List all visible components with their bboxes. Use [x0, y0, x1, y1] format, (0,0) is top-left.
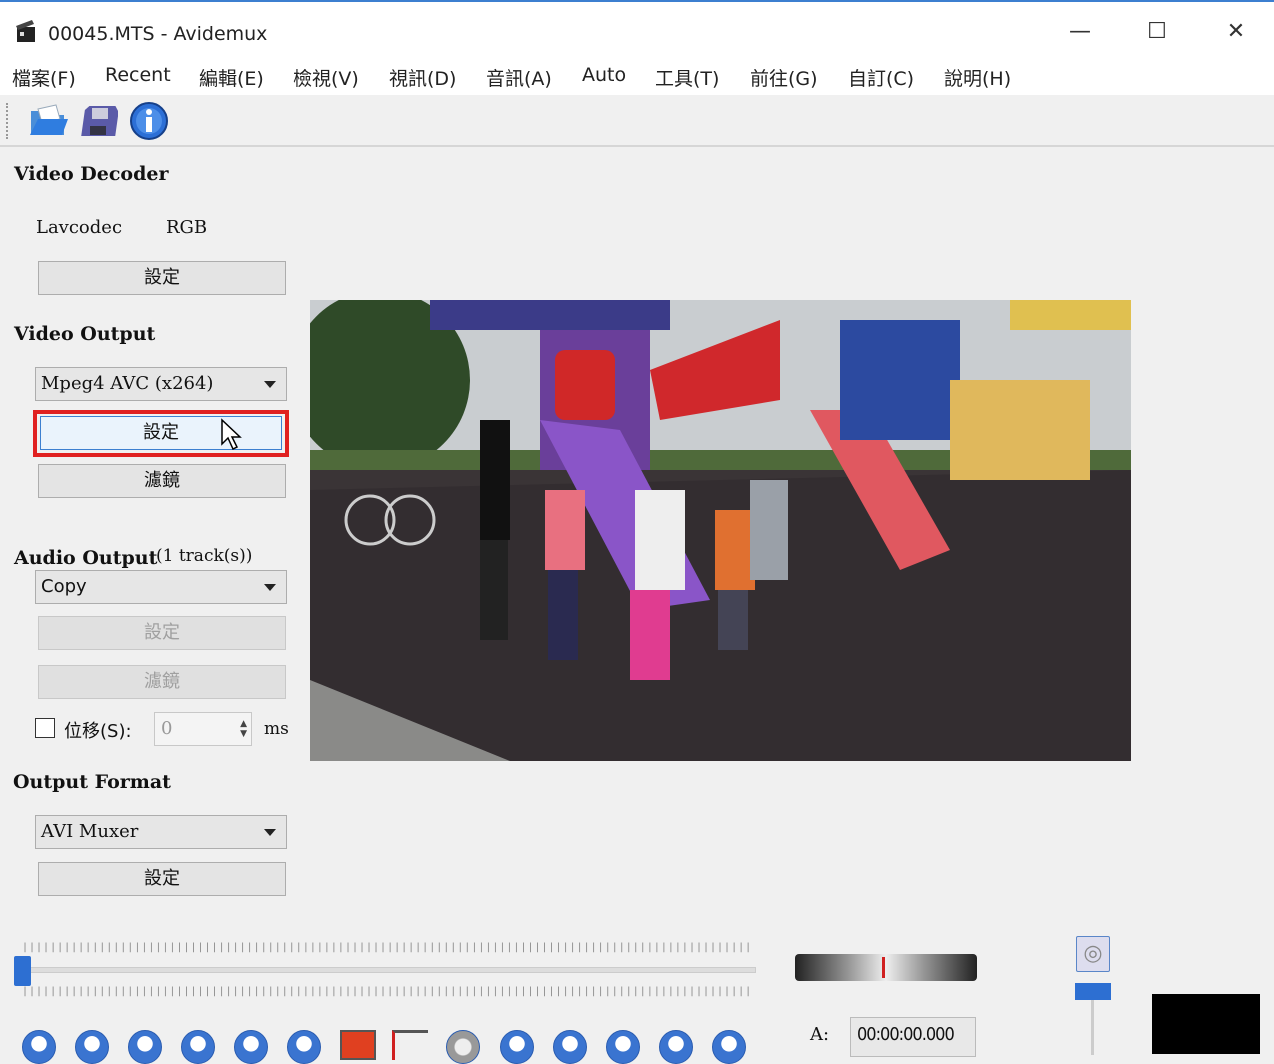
video-output-heading: Video Output: [14, 323, 156, 345]
next-frame-button[interactable]: [181, 1030, 215, 1064]
decoder-configure-button[interactable]: 設定: [38, 261, 286, 295]
menu-auto[interactable]: Auto: [582, 64, 626, 86]
menu-edit[interactable]: 編輯(E): [199, 64, 264, 91]
audio-track-count: (1 track(s)): [156, 546, 253, 566]
menu-tools[interactable]: 工具(T): [655, 64, 719, 91]
timeline-ticks-bottom: ||||||||||||||||||||||||||||||||||||||||…: [22, 986, 752, 997]
audio-time-label: A:: [810, 1024, 830, 1045]
goto-time-button[interactable]: [712, 1030, 746, 1064]
audio-output-heading: Audio Output: [14, 547, 158, 569]
muxer-select[interactable]: AVI Muxer: [35, 815, 287, 849]
decoder-colorspace: RGB: [166, 217, 208, 238]
video-configure-button[interactable]: 設定: [40, 416, 282, 450]
shift-checkbox[interactable]: [35, 718, 55, 738]
close-button[interactable]: ✕: [1216, 19, 1256, 44]
next-keyframe-button[interactable]: [287, 1030, 321, 1064]
decoder-codec: Lavcodec: [36, 217, 123, 238]
menu-go[interactable]: 前往(G): [750, 64, 818, 91]
volume-icon[interactable]: ◎: [1076, 936, 1110, 972]
volume-slider-track[interactable]: [1091, 995, 1094, 1055]
prev-frame-button[interactable]: [128, 1030, 162, 1064]
video-codec-select[interactable]: Mpeg4 AVC (x264): [35, 367, 287, 401]
menu-audio[interactable]: 音訊(A): [486, 64, 552, 91]
menu-file[interactable]: 檔案(F): [12, 64, 76, 91]
title-bar: 00045.MTS - Avidemux — ☐ ✕: [0, 5, 1274, 55]
video-preview: [310, 300, 1131, 761]
window-title: 00045.MTS - Avidemux: [48, 23, 268, 45]
prev-keyframe-button[interactable]: [234, 1030, 268, 1064]
shift-label: 位移(S):: [64, 721, 132, 742]
video-decoder-heading: Video Decoder: [14, 163, 169, 185]
audio-codec-value: Copy: [41, 576, 87, 597]
shift-input[interactable]: 0 ▲ ▼: [154, 712, 252, 746]
menu-custom[interactable]: 自訂(C): [848, 64, 914, 91]
menu-bar: 檔案(F) Recent 編輯(E) 檢視(V) 視訊(D) 音訊(A) Aut…: [0, 55, 1274, 95]
menu-view[interactable]: 檢視(V): [293, 64, 359, 91]
menu-help[interactable]: 說明(H): [944, 64, 1011, 91]
output-format-heading: Output Format: [13, 771, 171, 793]
goto-start-button[interactable]: [500, 1030, 534, 1064]
timeline-slider[interactable]: [14, 967, 756, 973]
toolbar: [0, 95, 1274, 147]
shift-value: 0: [161, 718, 173, 739]
video-codec-value: Mpeg4 AVC (x264): [41, 373, 214, 394]
timeline-ticks-top: ||||||||||||||||||||||||||||||||||||||||…: [22, 942, 752, 953]
audio-codec-select[interactable]: Copy: [35, 570, 287, 604]
goto-marker-a-button[interactable]: [553, 1030, 587, 1064]
timeline-slider-handle[interactable]: [14, 956, 31, 986]
set-marker-a-button[interactable]: [340, 1030, 376, 1060]
save-floppy-icon[interactable]: [80, 102, 118, 140]
audio-meter: [1152, 994, 1260, 1054]
audio-time-field[interactable]: 00:00:00.000: [850, 1017, 976, 1057]
minimize-button[interactable]: —: [1060, 19, 1100, 44]
muxer-configure-button[interactable]: 設定: [38, 862, 286, 896]
maximize-button[interactable]: ☐: [1137, 19, 1177, 44]
stop-button[interactable]: [75, 1030, 109, 1064]
muxer-value: AVI Muxer: [41, 821, 139, 842]
menu-video[interactable]: 視訊(D): [389, 64, 456, 91]
toolbar-grip[interactable]: [6, 103, 10, 139]
video-frame-image: [310, 300, 1131, 761]
goto-marker-b-button[interactable]: [606, 1030, 640, 1064]
shift-unit: ms: [264, 719, 289, 739]
clapperboard-icon: [16, 20, 35, 42]
spin-arrows-icon[interactable]: ▲ ▼: [240, 719, 247, 739]
open-folder-icon[interactable]: [28, 103, 70, 139]
set-marker-b-button[interactable]: [392, 1030, 428, 1060]
chevron-down-icon: [264, 584, 276, 591]
video-filters-button[interactable]: 濾鏡: [38, 464, 286, 498]
chevron-down-icon: [264, 381, 276, 388]
delete-button[interactable]: [446, 1030, 480, 1064]
menu-recent[interactable]: Recent: [105, 64, 171, 86]
chevron-down-icon: [264, 829, 276, 836]
info-icon[interactable]: [129, 101, 169, 141]
audio-filters-button[interactable]: 濾鏡: [38, 665, 286, 699]
goto-end-button[interactable]: [659, 1030, 693, 1064]
play-button[interactable]: [22, 1030, 56, 1064]
jog-wheel[interactable]: [795, 954, 977, 981]
audio-configure-button[interactable]: 設定: [38, 616, 286, 650]
volume-slider-handle[interactable]: [1075, 983, 1111, 1000]
jog-marker: [882, 957, 885, 978]
mouse-cursor-icon: [221, 418, 242, 451]
